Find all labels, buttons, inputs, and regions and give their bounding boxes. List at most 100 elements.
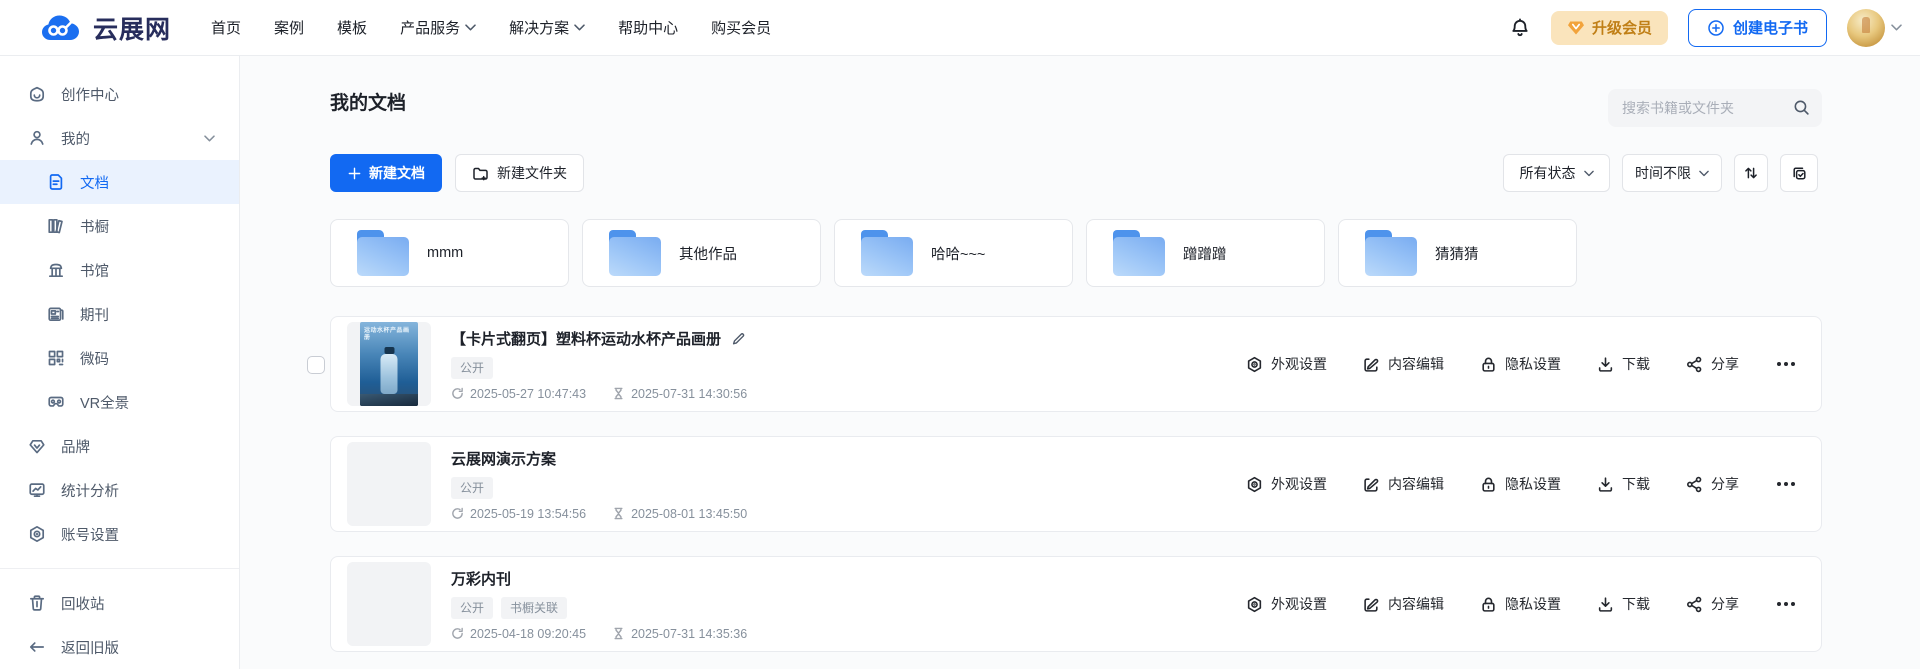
chevron-down-icon xyxy=(1699,170,1709,177)
row-actions: 外观设置 内容编辑 隐私设置 下载 xyxy=(1246,474,1797,494)
nav-home[interactable]: 首页 xyxy=(211,17,241,38)
sidebar-item-statistics[interactable]: 统计分析 xyxy=(0,468,239,512)
search-icon[interactable] xyxy=(1793,99,1810,116)
folder-card[interactable]: 蹭蹭蹭 xyxy=(1086,219,1325,287)
sidebar-item-creation-center[interactable]: 创作中心 xyxy=(0,72,239,116)
sidebar-item-vr-panorama[interactable]: VR全景 xyxy=(0,380,239,424)
updated-time: 2025-07-31 14:30:56 xyxy=(612,387,747,401)
main-content: 我的文档 新建文档 新建文件夹 所有状态 时间不限 xyxy=(240,56,1920,669)
upgrade-membership-button[interactable]: 升级会员 xyxy=(1551,11,1668,45)
logo[interactable]: 云展网 xyxy=(40,10,171,46)
rename-pencil-icon[interactable] xyxy=(731,331,746,346)
nav-cases[interactable]: 案例 xyxy=(274,17,304,38)
privacy-settings-button[interactable]: 隐私设置 xyxy=(1480,594,1561,614)
appearance-icon xyxy=(1246,356,1263,373)
document-title[interactable]: 【卡片式翻页】塑料杯运动水杯产品画册 xyxy=(451,328,721,349)
edit-pen-icon xyxy=(1363,476,1380,493)
nav-buy-membership[interactable]: 购买会员 xyxy=(711,17,771,38)
share-icon xyxy=(1686,476,1703,493)
timestamps: 2025-05-27 10:47:43 2025-07-31 14:30:56 xyxy=(451,387,747,401)
status-tag: 公开 xyxy=(451,597,493,619)
chevron-down-icon xyxy=(465,24,476,31)
qr-code-icon xyxy=(47,349,65,367)
document-thumbnail[interactable]: 运动水杯产品画册 xyxy=(347,322,431,406)
chevron-down-icon[interactable] xyxy=(204,135,215,142)
search-box xyxy=(1608,89,1822,127)
multi-select-icon xyxy=(1791,165,1808,182)
status-tag: 公开 xyxy=(451,357,493,379)
chevron-down-icon xyxy=(1584,170,1594,177)
document-icon xyxy=(47,173,65,191)
folder-card[interactable]: mmm xyxy=(330,219,569,287)
folder-icon xyxy=(861,230,913,276)
privacy-settings-button[interactable]: 隐私设置 xyxy=(1480,354,1561,374)
appearance-icon xyxy=(1246,596,1263,613)
content-edit-button[interactable]: 内容编辑 xyxy=(1363,354,1444,374)
share-button[interactable]: 分享 xyxy=(1686,594,1739,614)
nav-products[interactable]: 产品服务 xyxy=(400,17,476,38)
notification-bell-icon[interactable] xyxy=(1509,17,1531,39)
sidebar-item-library[interactable]: 书馆 xyxy=(0,248,239,292)
share-button[interactable]: 分享 xyxy=(1686,474,1739,494)
create-ebook-button[interactable]: 创建电子书 xyxy=(1688,9,1827,47)
sort-button[interactable] xyxy=(1734,154,1768,192)
new-document-button[interactable]: 新建文档 xyxy=(330,154,442,192)
multi-select-button[interactable] xyxy=(1780,154,1818,192)
more-actions-button[interactable] xyxy=(1775,358,1797,370)
document-thumbnail[interactable] xyxy=(347,562,431,646)
row-actions: 外观设置 内容编辑 隐私设置 下载 xyxy=(1246,354,1797,374)
updated-time: 2025-07-31 14:35:36 xyxy=(612,627,747,641)
user-menu[interactable] xyxy=(1847,9,1902,47)
sidebar-item-back-to-old[interactable]: 返回旧版 xyxy=(0,625,239,669)
timestamps: 2025-05-19 13:54:56 2025-08-01 13:45:50 xyxy=(451,507,747,521)
folder-card[interactable]: 猜猜猜 xyxy=(1338,219,1577,287)
filter-bar: 所有状态 时间不限 xyxy=(1503,154,1818,192)
folder-card[interactable]: 其他作品 xyxy=(582,219,821,287)
share-button[interactable]: 分享 xyxy=(1686,354,1739,374)
lock-icon xyxy=(1480,596,1497,613)
avatar[interactable] xyxy=(1847,9,1885,47)
app-window: 云展网 首页 案例 模板 产品服务 解决方案 帮助中心 购买会员 xyxy=(0,0,1920,669)
download-button[interactable]: 下载 xyxy=(1597,354,1650,374)
sidebar-item-account-settings[interactable]: 账号设置 xyxy=(0,512,239,556)
content-edit-button[interactable]: 内容编辑 xyxy=(1363,474,1444,494)
created-time: 2025-04-18 09:20:45 xyxy=(451,627,586,641)
appearance-settings-button[interactable]: 外观设置 xyxy=(1246,354,1327,374)
nav-templates[interactable]: 模板 xyxy=(337,17,367,38)
privacy-settings-button[interactable]: 隐私设置 xyxy=(1480,474,1561,494)
new-folder-button[interactable]: 新建文件夹 xyxy=(455,154,584,192)
sidebar-item-documents[interactable]: 文档 xyxy=(0,160,239,204)
search-input[interactable] xyxy=(1608,89,1822,127)
more-actions-button[interactable] xyxy=(1775,598,1797,610)
vr-goggles-icon xyxy=(47,393,65,411)
sidebar-item-recycle-bin[interactable]: 回收站 xyxy=(0,581,239,625)
nav-help-center[interactable]: 帮助中心 xyxy=(618,17,678,38)
folder-card[interactable]: 哈哈~~~ xyxy=(834,219,1073,287)
appearance-settings-button[interactable]: 外观设置 xyxy=(1246,474,1327,494)
appearance-settings-button[interactable]: 外观设置 xyxy=(1246,594,1327,614)
chevron-down-icon xyxy=(574,24,585,31)
sidebar-item-bookshelf[interactable]: 书橱 xyxy=(0,204,239,248)
download-button[interactable]: 下载 xyxy=(1597,474,1650,494)
content-edit-button[interactable]: 内容编辑 xyxy=(1363,594,1444,614)
sidebar-item-microcode[interactable]: 微码 xyxy=(0,336,239,380)
document-thumbnail[interactable] xyxy=(347,442,431,526)
row-checkbox[interactable] xyxy=(307,356,325,374)
nav-solutions[interactable]: 解决方案 xyxy=(509,17,585,38)
status-filter-dropdown[interactable]: 所有状态 xyxy=(1503,154,1610,192)
download-button[interactable]: 下载 xyxy=(1597,594,1650,614)
periodical-icon xyxy=(47,305,65,323)
updated-time: 2025-08-01 13:45:50 xyxy=(612,507,747,521)
bookshelf-link-tag: 书橱关联 xyxy=(501,597,567,619)
sidebar-item-periodical[interactable]: 期刊 xyxy=(0,292,239,336)
document-title[interactable]: 万彩内刊 xyxy=(451,568,511,589)
folder-list: mmm 其他作品 哈哈~~~ 蹭蹭蹭 猜猜猜 xyxy=(330,219,1577,287)
topbar-right: 升级会员 创建电子书 xyxy=(1509,9,1920,47)
hourglass-icon xyxy=(612,627,625,640)
sidebar-item-mine[interactable]: 我的 xyxy=(0,116,239,160)
document-title[interactable]: 云展网演示方案 xyxy=(451,448,556,469)
sidebar-item-brand[interactable]: 品牌 xyxy=(0,424,239,468)
more-actions-button[interactable] xyxy=(1775,478,1797,490)
time-filter-dropdown[interactable]: 时间不限 xyxy=(1622,154,1722,192)
publish-time-icon xyxy=(451,627,464,640)
